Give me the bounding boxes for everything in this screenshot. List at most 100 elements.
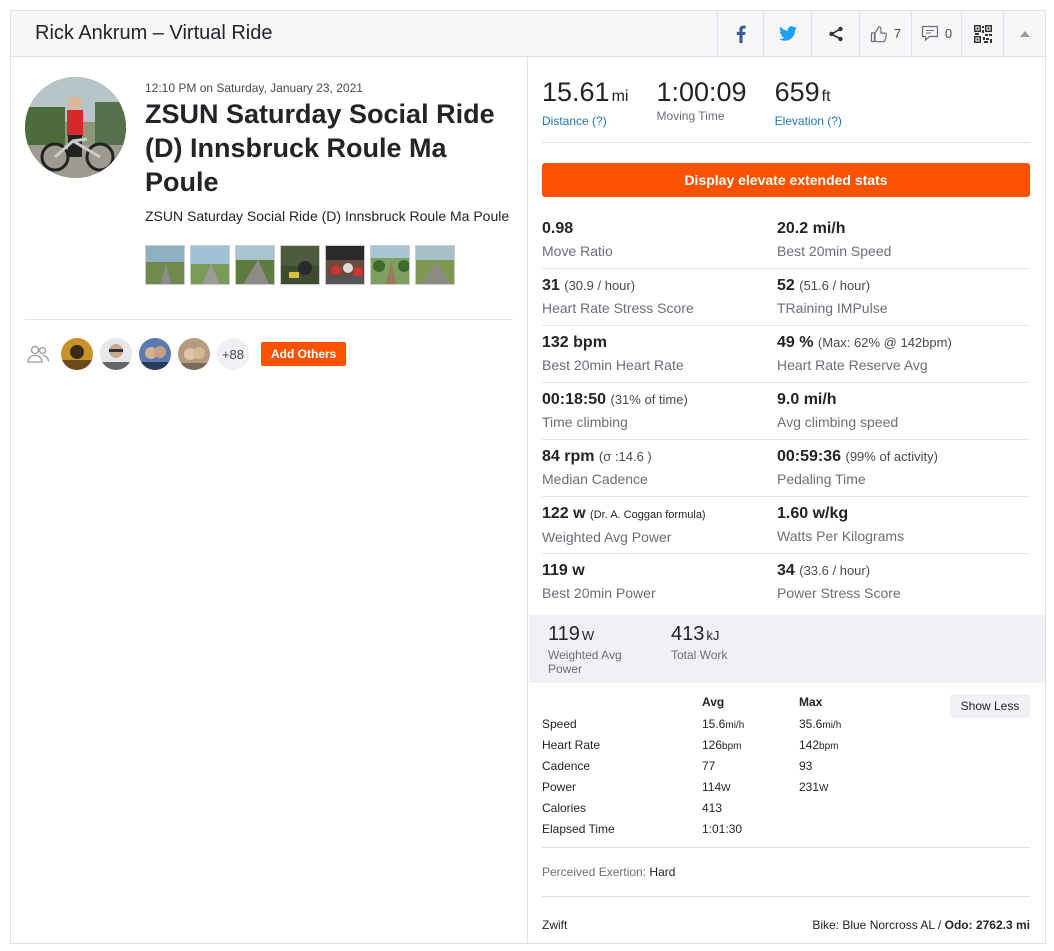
stat-value: 00:59:36 (777, 448, 842, 465)
activity-header: Rick Ankrum – Virtual Ride 7 0 (11, 11, 1045, 57)
comments-button[interactable]: 0 (911, 11, 961, 56)
total-work-stat: 413 kJ Total Work (671, 623, 727, 662)
photo-thumbnail[interactable] (325, 245, 365, 285)
share-button[interactable] (811, 11, 859, 56)
elevate-extended-stats-button[interactable]: Display elevate extended stats (542, 163, 1030, 197)
facebook-share-button[interactable] (717, 11, 763, 56)
athlete-avatar[interactable] (100, 338, 132, 370)
stat-cell: 122 w (Dr. A. Coggan formula) Weighted Av… (542, 497, 777, 553)
stat-value: 52 (777, 277, 795, 294)
stat-value: 1.60 w/kg (777, 505, 849, 522)
twitter-share-button[interactable] (763, 11, 811, 56)
stat-value: 1:00:09 (656, 77, 747, 107)
stat-unit: mi (611, 88, 629, 105)
weighted-power-stat: 119 W Weighted Avg Power (548, 623, 648, 676)
athlete-avatar[interactable] (25, 77, 126, 178)
avg-unit: bpm (722, 740, 742, 752)
stat-unit: W (581, 628, 595, 643)
stat-value: 659 (774, 77, 820, 107)
avg-unit: mi/h (725, 719, 745, 731)
avg-value: 15.6 (702, 716, 726, 731)
add-others-button[interactable]: Add Others (261, 342, 347, 366)
stat-note: (33.6 / hour) (799, 563, 871, 578)
stat-note: (30.9 / hour) (564, 278, 636, 293)
stat-cell: 132 bpm Best 20min Heart Rate (542, 326, 777, 382)
bike-odometer: Odo: 2762.3 mi (944, 918, 1030, 932)
stat-label: Total Work (671, 648, 728, 662)
comments-count: 0 (944, 26, 953, 41)
max-value: 35.6 (799, 716, 823, 731)
photo-thumbnail[interactable] (415, 245, 455, 285)
stat-cell: 34 (33.6 / hour) Power Stress Score (777, 554, 1030, 611)
avg-value: 1:01:30 (702, 821, 743, 836)
stat-note: (99% of activity) (845, 449, 938, 464)
bike-info: Bike: Blue Norcross AL / Odo: 2762.3 mi (812, 918, 1030, 932)
photo-thumbnail[interactable] (280, 245, 320, 285)
avg-unit: W (721, 782, 731, 794)
table-row: Power 114W 231W (542, 776, 1030, 797)
distance-help-link[interactable]: Distance (?) (542, 114, 628, 128)
stat-label: Best 20min Speed (777, 243, 892, 259)
stat-note: (51.6 / hour) (799, 278, 871, 293)
table-header-cell: Max (799, 695, 823, 709)
show-less-button[interactable]: Show Less (950, 694, 1030, 718)
stat-value: 00:18:50 (542, 391, 607, 408)
stat-note: (σ :14.6 ) (598, 449, 652, 464)
activity-description: ZSUN Saturday Social Ride (D) Innsbruck … (145, 208, 510, 224)
stats-row: 0.98 Move Ratio 20.2 mi/h Best 20min Speed (542, 212, 1030, 269)
table-header-cell: Avg (702, 695, 725, 709)
stats-row: 31 (30.9 / hour) Heart Rate Stress Score … (542, 269, 1030, 326)
stat-cell: 00:18:50 (31% of time) Time climbing (542, 383, 777, 439)
page-title: Rick Ankrum – Virtual Ride (35, 22, 273, 44)
photo-thumbnail[interactable] (190, 245, 230, 285)
stat-label: Pedaling Time (777, 471, 866, 487)
avg-value: 413 (702, 800, 723, 815)
stat-unit: kJ (706, 628, 720, 643)
collapse-button[interactable] (1003, 11, 1045, 56)
athlete-avatar[interactable] (61, 338, 93, 370)
stat-cell: 9.0 mi/h Avg climbing speed (777, 383, 1030, 439)
stat-note: (Dr. A. Coggan formula) (590, 509, 706, 521)
photo-thumbnail[interactable] (370, 245, 410, 285)
stat-label: Watts Per Kilograms (777, 528, 905, 544)
kudos-button[interactable]: 7 (859, 11, 911, 56)
stat-label: Median Cadence (542, 471, 648, 487)
primary-stats: 15.61 mi Distance (?) 1:00:09 Moving Time… (542, 77, 870, 128)
stat-note: (Max: 62% @ 142bpm) (817, 335, 952, 350)
stat-note: (31% of time) (610, 392, 688, 407)
photo-thumbnail[interactable] (235, 245, 275, 285)
athlete-avatar[interactable] (178, 338, 210, 370)
power-summary-band: 119 W Weighted Avg Power 413 kJ Total Work (529, 615, 1045, 683)
max-unit: W (819, 782, 829, 794)
qr-code-button[interactable] (961, 11, 1003, 56)
max-value: 93 (799, 758, 813, 773)
elevation-help-link[interactable]: Elevation (?) (775, 114, 842, 128)
exertion-value: Hard (649, 865, 676, 879)
stat-unit: ft (821, 88, 831, 105)
more-athletes-badge[interactable]: +88 (217, 338, 249, 370)
stats-row: 119 w Best 20min Power 34 (33.6 / hour) Po… (542, 554, 1030, 611)
stat-label: Heart Rate Stress Score (542, 300, 694, 316)
share-icon (828, 26, 843, 41)
stat-value: 49 % (777, 334, 814, 351)
stat-value: 132 bpm (542, 334, 607, 351)
athlete-avatar[interactable] (139, 338, 171, 370)
photo-thumbnail[interactable] (145, 245, 185, 285)
stat-value: 0.98 (542, 220, 574, 237)
stats-row: 122 w (Dr. A. Coggan formula) Weighted Av… (542, 497, 1030, 554)
kudos-count: 7 (893, 26, 902, 41)
thumbs-up-icon (870, 25, 887, 42)
row-label: Speed (542, 716, 577, 731)
avg-value: 114 (702, 779, 722, 794)
avg-value: 126 (702, 737, 723, 752)
activity-stats: 15.61 mi Distance (?) 1:00:09 Moving Time… (529, 57, 1045, 944)
athlete-photo (25, 77, 126, 178)
stat-label: Heart Rate Reserve Avg (777, 357, 928, 373)
activity-title: ZSUN Saturday Social Ride (D) Innsbruck … (145, 99, 495, 197)
row-label: Elapsed Time (542, 821, 615, 836)
stat-label: TRaining IMPulse (777, 300, 888, 316)
row-label: Calories (542, 800, 587, 815)
stat-value: 84 rpm (542, 448, 595, 465)
table-row: Heart Rate 126bpm 142bpm (542, 734, 1030, 755)
stat-value: 122 w (542, 505, 586, 522)
